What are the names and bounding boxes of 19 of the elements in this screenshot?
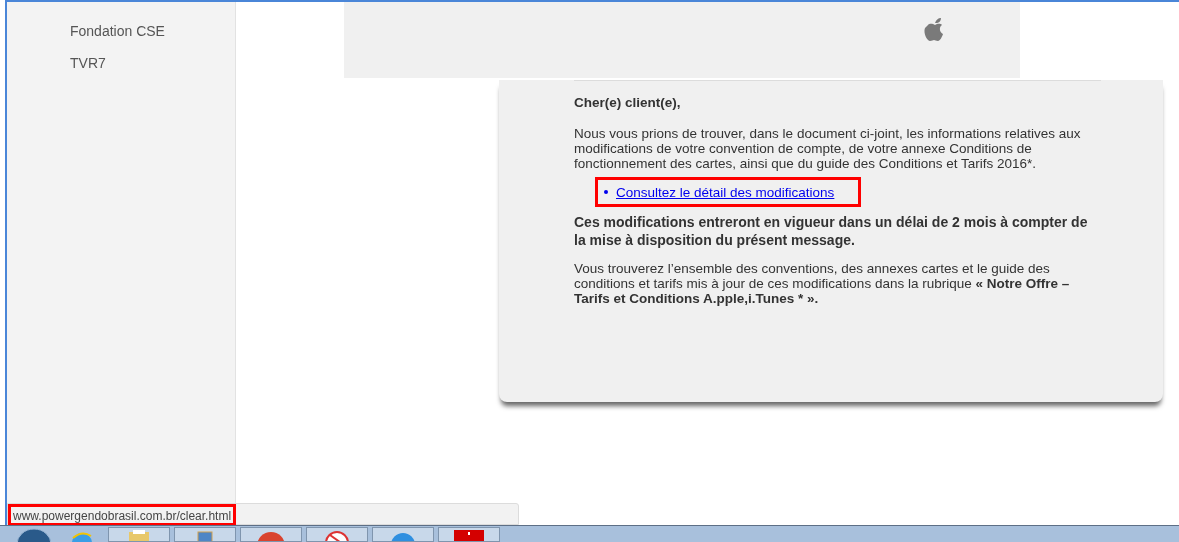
body-paragraph: Vous trouverez l’ensemble des conventions, des annexes cartes et le guide des conditions et tarifs mis à jour de ces modifications dans la rubrique « Notre Offre – Tarifs et Conditions A.pple,i.Tunes * ». bbox=[574, 261, 1071, 306]
greeting-text: Cher(e) client(e), bbox=[574, 95, 682, 110]
document-icon bbox=[454, 529, 484, 541]
taskbar-button[interactable] bbox=[174, 527, 236, 542]
window-icon bbox=[197, 531, 213, 541]
taskbar-button[interactable] bbox=[438, 527, 500, 542]
details-link[interactable]: Consultez le détail des modifications bbox=[616, 184, 835, 200]
taskbar-button[interactable] bbox=[372, 527, 434, 542]
taskbar-button[interactable] bbox=[108, 527, 170, 542]
prohibited-icon bbox=[324, 529, 350, 541]
sidebar-item[interactable]: Fondation CSE bbox=[70, 21, 235, 41]
body-paragraph: Nous vous prions de trouver, dans le document ci-joint, les informations relatives aux modifications de votre convention de compte, de votre annexe Conditions de fonctionnement des cartes, ainsi que du guide des Conditions et Tarifs 2016*. bbox=[574, 126, 1082, 171]
apple-icon bbox=[924, 16, 946, 42]
taskbar-button[interactable] bbox=[306, 527, 368, 542]
folder-icon bbox=[127, 529, 151, 541]
bullet-icon bbox=[604, 190, 608, 194]
notice-text: Ces modifications entreront en vigueur dans un délai de 2 mois à compter de la mise à disposition du présent message. bbox=[574, 213, 1089, 249]
taskbar-button[interactable] bbox=[240, 527, 302, 542]
sidebar-item[interactable]: TVR7 bbox=[70, 53, 235, 73]
